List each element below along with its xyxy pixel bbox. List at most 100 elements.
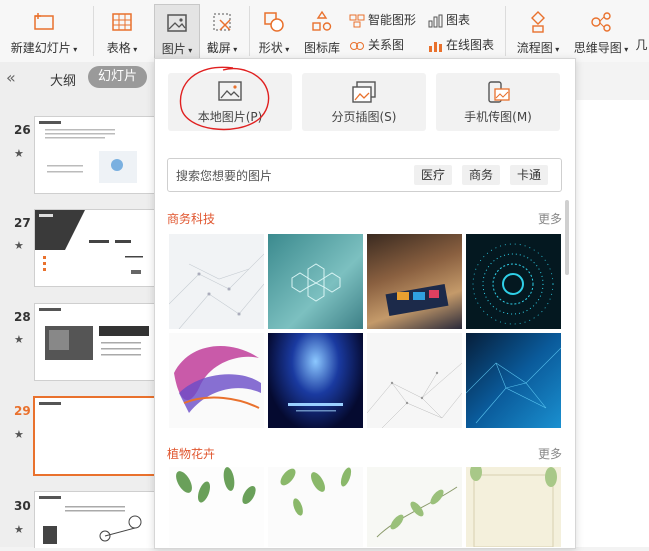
dropdown-arrow-icon: ▾ — [130, 45, 138, 54]
slide-number: 30 — [14, 499, 31, 513]
stock-image[interactable] — [169, 333, 264, 428]
picture-search-box[interactable]: 搜索您想要的图片 医疗 商务 卡通 — [167, 158, 562, 192]
slide-preview — [39, 308, 149, 360]
stock-image[interactable] — [466, 467, 561, 547]
stock-image[interactable] — [169, 234, 264, 329]
star-icon[interactable]: ★ — [14, 333, 24, 346]
collapse-panel-icon[interactable]: « — [6, 68, 16, 87]
smart-shape-icon — [349, 14, 365, 27]
stock-image[interactable] — [466, 333, 561, 428]
image-content — [466, 347, 561, 424]
category-title: 植物花卉 — [167, 447, 216, 461]
online-chart-button[interactable]: 在线图表 — [427, 34, 494, 56]
star-icon[interactable]: ★ — [14, 523, 24, 536]
stock-image[interactable] — [169, 467, 264, 547]
screenshot-button[interactable]: 截屏 ▾ — [202, 4, 242, 60]
slide-number: 28 — [14, 310, 31, 324]
more-link[interactable]: 更多 — [538, 210, 562, 227]
dropdown-scrollbar[interactable] — [565, 200, 569, 275]
picture-dropdown: 本地图片(P) 分页插图(S) 手机传图(M) 搜索您想要的图片 医疗 商务 卡… — [154, 58, 576, 549]
flowchart-icon — [531, 11, 545, 33]
shape-icon — [264, 12, 284, 32]
tag-medical[interactable]: 医疗 — [414, 165, 453, 185]
image-content — [472, 243, 554, 325]
relation-icon — [350, 41, 364, 50]
slide-preview — [39, 121, 137, 183]
icon-library-icon — [312, 10, 332, 31]
new-slide-button[interactable]: 新建幻灯片 ▾ — [8, 4, 80, 60]
tab-slides[interactable]: 幻灯片 — [88, 66, 148, 88]
image-content — [169, 253, 264, 329]
tag-business[interactable]: 商务 — [462, 165, 501, 185]
more-link[interactable]: 更多 — [538, 445, 562, 462]
slide-number: 27 — [14, 216, 31, 230]
online-chart-label: 在线图表 — [446, 38, 495, 52]
dropdown-arrow-icon: ▾ — [70, 45, 78, 54]
screenshot-icon — [213, 13, 231, 31]
smart-shape-label: 智能图形 — [368, 13, 417, 27]
dropdown-arrow-icon: ▾ — [282, 45, 290, 54]
picture-button[interactable]: 图片 ▾ — [154, 4, 200, 61]
category-title: 商务科技 — [167, 212, 216, 226]
smart-shape-button[interactable]: 智能图形 — [349, 9, 416, 31]
search-input[interactable]: 搜索您想要的图片 — [176, 167, 272, 184]
relation-label: 关系图 — [368, 38, 405, 52]
dropdown-arrow-icon: ▾ — [621, 45, 629, 54]
dropdown-arrow-icon: ▾ — [230, 45, 238, 54]
slide-thumbnail[interactable] — [34, 116, 156, 194]
slide-thumbnail[interactable] — [34, 303, 156, 381]
slide-thumbnail-selected[interactable] — [33, 396, 157, 476]
slide-thumbnail[interactable] — [34, 491, 156, 548]
stock-image[interactable] — [367, 234, 462, 329]
image-content — [176, 467, 256, 505]
shape-label: 形状 — [258, 41, 283, 55]
chart-icon — [428, 14, 443, 27]
image-content — [288, 403, 343, 412]
new-slide-label: 新建幻灯片 — [10, 41, 71, 55]
chart-button[interactable]: 图表 — [427, 9, 470, 31]
mindmap-label: 思维导图 — [573, 41, 622, 55]
tag-cartoon[interactable]: 卡通 — [510, 165, 549, 185]
online-chart-icon — [429, 41, 442, 52]
stock-image[interactable] — [268, 234, 363, 329]
star-icon[interactable]: ★ — [14, 147, 24, 160]
ribbon-toolbar: 新建幻灯片 ▾ 表格 ▾ 图片 ▾ 截屏 ▾ 形状 ▾ 图标库 智能图形 关系图… — [0, 0, 649, 63]
slide-canvas[interactable] — [575, 100, 649, 547]
tab-outline[interactable]: 大纲 — [50, 70, 76, 89]
slide-preview — [39, 496, 142, 544]
stock-image[interactable] — [367, 467, 462, 547]
stock-image[interactable] — [268, 467, 363, 547]
phone-picture-label: 手机传图(M) — [464, 110, 532, 124]
annotation-circle — [179, 66, 270, 131]
slide-thumbnail[interactable] — [34, 209, 156, 287]
stock-image[interactable] — [268, 333, 363, 428]
phone-picture-button[interactable]: 手机传图(M) — [436, 73, 560, 131]
image-content — [291, 263, 341, 302]
shape-button[interactable]: 形状 ▾ — [254, 4, 294, 60]
table-button[interactable]: 表格 ▾ — [100, 4, 144, 60]
slide-preview — [35, 210, 155, 286]
stock-image[interactable] — [466, 234, 561, 329]
picture-label: 图片 — [161, 42, 186, 56]
table-icon — [112, 13, 132, 31]
flowchart-button[interactable]: 流程图 ▾ — [510, 4, 566, 60]
slide-number: 29 — [14, 404, 31, 418]
mindmap-button[interactable]: 思维导图 ▾ — [570, 4, 632, 60]
star-icon[interactable]: ★ — [14, 239, 24, 252]
icon-library-button[interactable]: 图标库 — [300, 4, 344, 60]
more-label: 几 — [635, 38, 648, 52]
image-content — [174, 346, 261, 413]
more-button[interactable]: 几 — [634, 4, 649, 60]
new-slide-icon — [34, 13, 54, 30]
mindmap-icon — [591, 12, 611, 32]
chart-label: 图表 — [446, 13, 471, 27]
image-content — [280, 467, 352, 516]
slide-number: 26 — [14, 123, 31, 137]
stock-image[interactable] — [367, 333, 462, 428]
dropdown-arrow-icon: ▾ — [552, 45, 560, 54]
star-icon[interactable]: ★ — [14, 428, 24, 441]
relation-button[interactable]: 关系图 — [349, 34, 404, 56]
image-content — [376, 486, 458, 538]
paged-picture-button[interactable]: 分页插图(S) — [302, 73, 426, 131]
paged-picture-label: 分页插图(S) — [331, 110, 397, 124]
